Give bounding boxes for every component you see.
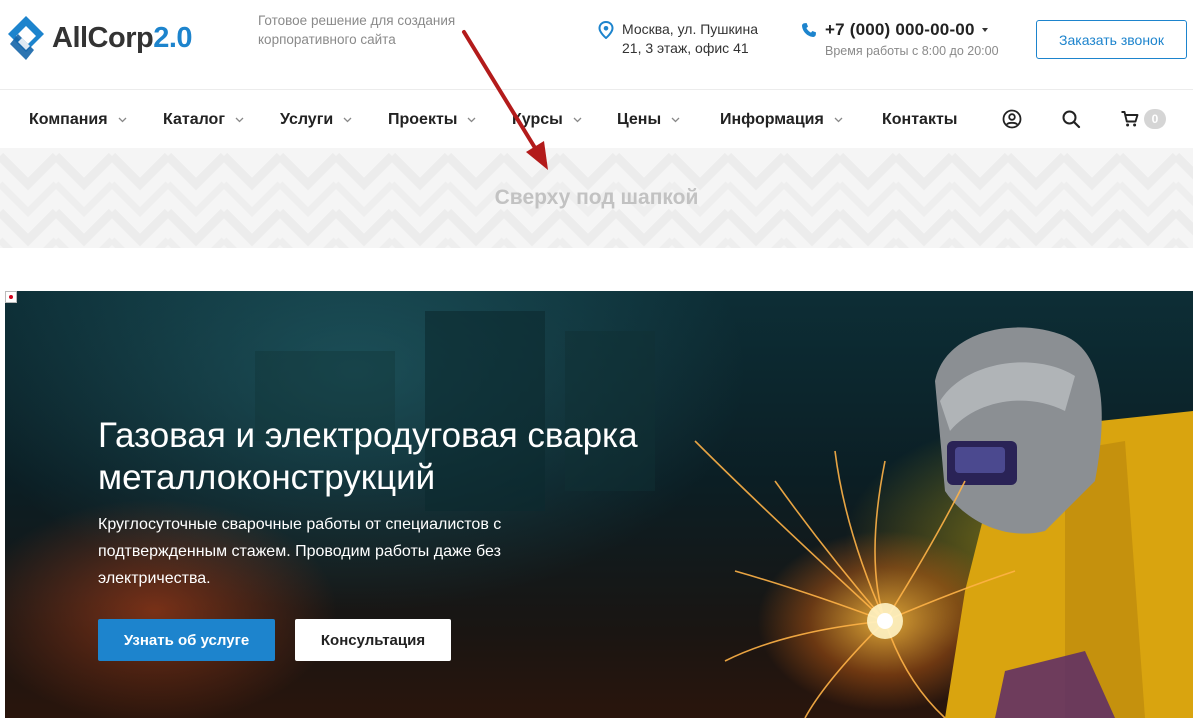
search-icon[interactable] [1061,109,1081,129]
annotation-arrow-icon [462,30,548,170]
chevron-down-icon [573,117,582,122]
location-pin-icon [598,21,614,39]
main-nav: Компания Каталог Услуги Проекты Курсы Це… [0,91,1193,148]
chevron-down-icon [671,117,680,122]
top-banner-strip: Сверху под шапкой [0,148,1193,248]
nav-item-label: Цены [617,110,662,128]
site-header: AllCorp2.0 Готовое решение для создания … [0,0,1193,90]
nav-item-company[interactable]: Компания [29,91,127,148]
chevron-down-icon [118,117,127,122]
nav-item-label: Информация [720,110,824,128]
nav-item-label: Проекты [388,110,458,128]
hero-description: Круглосуточные сварочные работы от специ… [98,516,502,587]
order-callback-button[interactable]: Заказать звонок [1036,20,1187,59]
nav-item-label: Контакты [882,110,958,128]
address-line-2: 21, 3 этаж, офис 41 [622,40,749,56]
site-slogan: Готовое решение для создания корпоративн… [258,13,456,47]
cart-icon[interactable] [1120,109,1140,129]
nav-item-label: Компания [29,110,108,128]
nav-item-services[interactable]: Услуги [280,91,352,148]
logo[interactable]: AllCorp2.0 [4,14,193,62]
consultation-button[interactable]: Консультация [295,619,451,661]
user-icon[interactable] [1002,109,1022,129]
nav-item-prices[interactable]: Цены [617,91,680,148]
nav-item-catalog[interactable]: Каталог [163,91,244,148]
nav-item-information[interactable]: Информация [720,91,843,148]
nav-item-label: Каталог [163,110,225,128]
working-hours: Время работы с 8:00 до 20:00 [825,44,999,58]
logo-text: AllCorp2.0 [52,21,193,54]
nav-item-label: Услуги [280,110,334,128]
address-line-1: Москва, ул. Пушкина [622,21,758,37]
learn-about-service-button[interactable]: Узнать об услуге [98,619,275,661]
address-block: Москва, ул. Пушкина 21, 3 этаж, офис 41 [598,20,772,58]
nav-item-contacts[interactable]: Контакты [882,91,957,148]
broken-image-icon [5,291,17,303]
strip-text: Сверху под шапкой [494,186,699,209]
hero-slider: Газовая и электродуговая сварка металлок… [5,291,1193,718]
chevron-down-icon [235,117,244,122]
chevron-down-icon[interactable] [981,27,989,33]
cart-count-badge: 0 [1144,109,1166,129]
phone-block: +7 (000) 000-00-00 Время работы с 8:00 д… [801,20,999,58]
chevron-down-icon [834,117,843,122]
hero-title: Газовая и электродуговая сварка металлок… [98,416,638,497]
chevron-down-icon [343,117,352,122]
phone-icon [802,23,816,37]
logo-mark-icon [8,16,44,60]
phone-number[interactable]: +7 (000) 000-00-00 [825,20,975,40]
